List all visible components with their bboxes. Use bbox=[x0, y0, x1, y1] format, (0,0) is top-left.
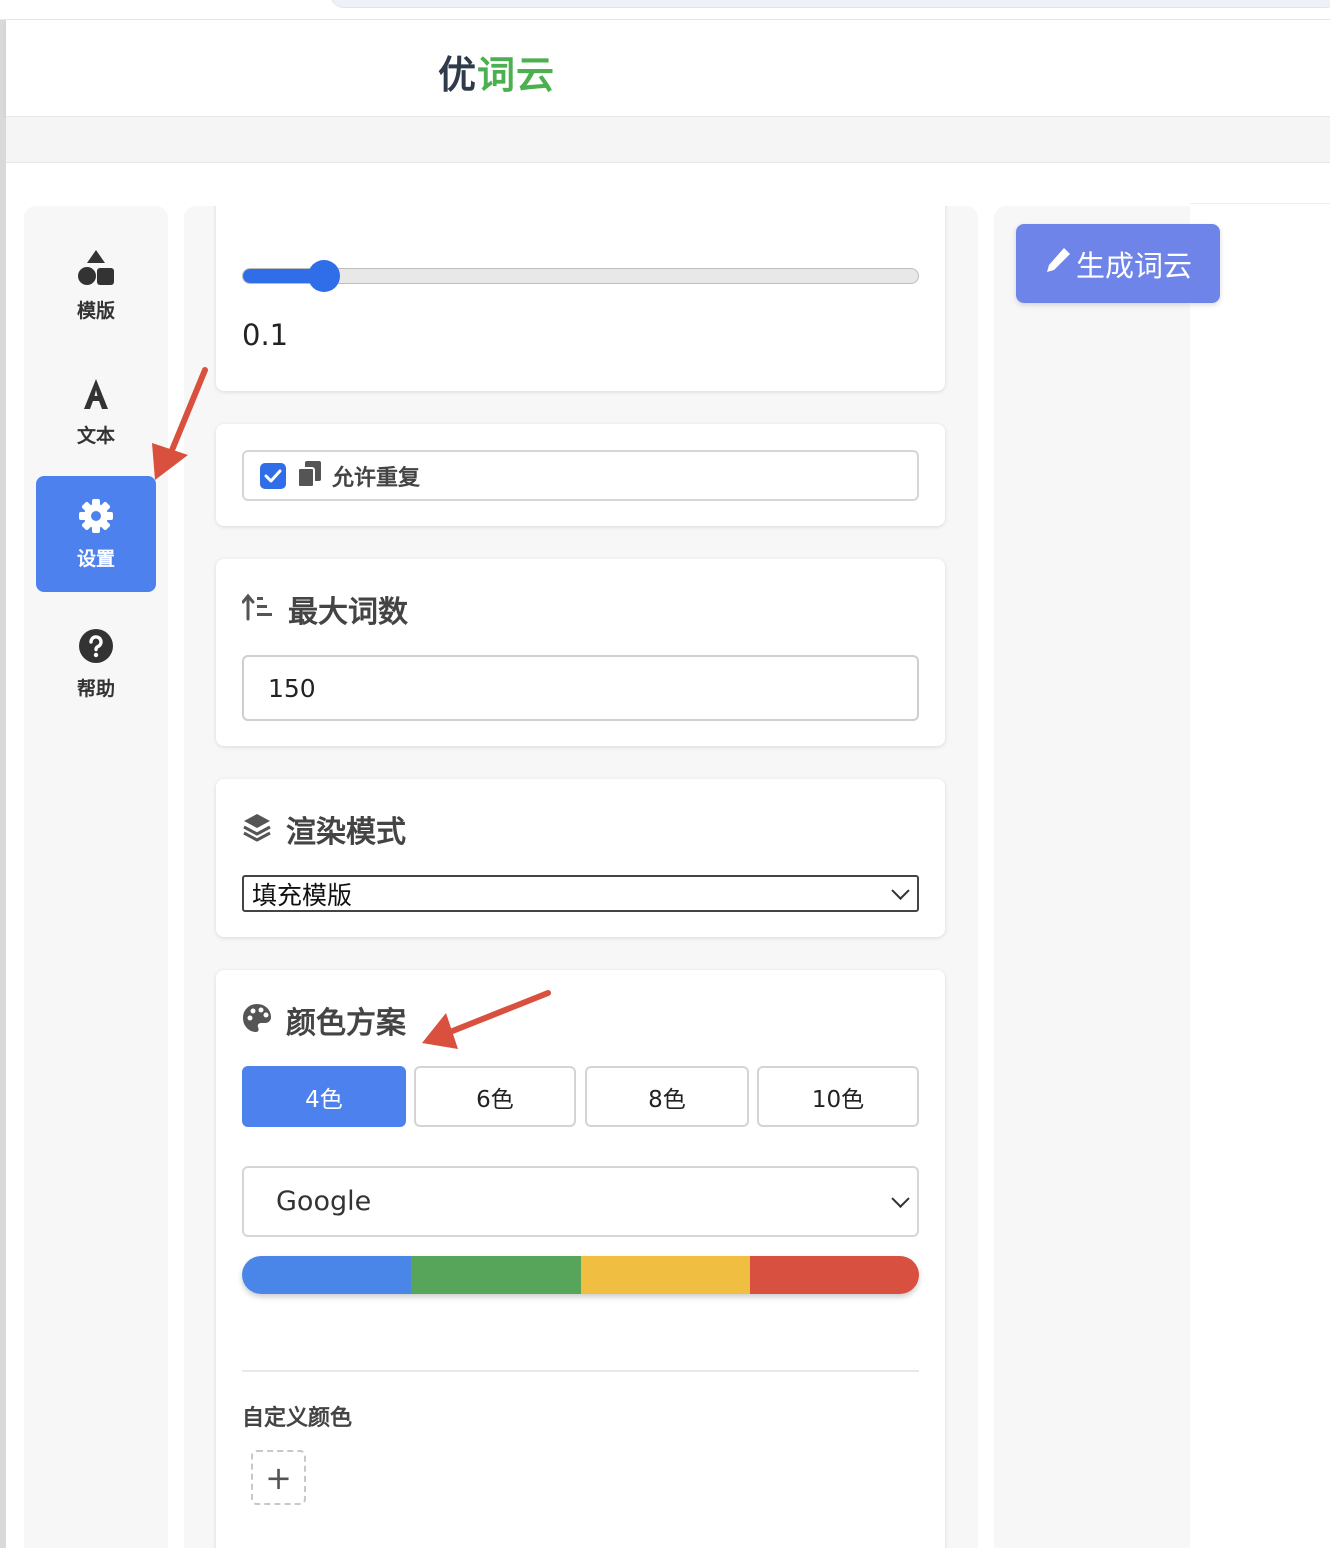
sidebar-nav: 模版 文本 设置 帮助 bbox=[24, 206, 168, 1548]
right-panel bbox=[994, 206, 1190, 1548]
palette-swatch-2 bbox=[411, 1256, 581, 1294]
gear-icon bbox=[78, 498, 114, 538]
sidebar-item-settings[interactable]: 设置 bbox=[36, 476, 156, 592]
header-band bbox=[6, 117, 1330, 163]
generate-label: 生成词云 bbox=[1075, 248, 1192, 283]
allow-repeat-card: 允许重复 bbox=[216, 424, 945, 526]
sidebar-item-text[interactable]: 文本 bbox=[36, 354, 156, 470]
palette-swatch-4 bbox=[749, 1256, 919, 1294]
allow-repeat-checkbox[interactable] bbox=[260, 462, 286, 489]
color-preset-selected: Google bbox=[276, 1186, 372, 1217]
color-preset-select[interactable]: Google bbox=[242, 1166, 919, 1237]
sidebar-item-label: 文本 bbox=[76, 424, 115, 447]
app-logo[interactable]: 优词云 bbox=[438, 44, 555, 99]
sidebar-item-help[interactable]: 帮助 bbox=[36, 606, 156, 722]
chevron-down-icon bbox=[891, 1189, 910, 1208]
add-color-button[interactable]: + bbox=[251, 1450, 306, 1505]
slider-card: 0.1 bbox=[216, 206, 945, 391]
max-words-input[interactable]: 150 bbox=[242, 655, 919, 721]
browser-top-strip bbox=[0, 0, 1330, 20]
palette-icon bbox=[242, 1003, 272, 1037]
palette-swatch-3 bbox=[580, 1256, 750, 1294]
sidebar-item-label: 帮助 bbox=[76, 677, 115, 700]
color-count-8-button[interactable]: 8色 bbox=[585, 1066, 749, 1127]
color-scheme-card: 颜色方案 4色 6色 8色 10色 Google 自定义颜色 + bbox=[216, 970, 945, 1548]
color-scheme-title: 颜色方案 bbox=[242, 998, 406, 1042]
allow-repeat-option[interactable]: 允许重复 bbox=[242, 450, 919, 501]
render-mode-title: 渲染模式 bbox=[242, 807, 406, 851]
generate-wordcloud-button[interactable]: 生成词云 bbox=[1016, 224, 1220, 303]
settings-panel: 0.1 允许重复 最大词数 150 渲染模式 填充模版 颜色方案 4色 6色 8… bbox=[184, 206, 978, 1548]
max-words-title: 最大词数 bbox=[241, 587, 408, 631]
address-bar bbox=[330, 0, 1330, 8]
max-words-card: 最大词数 150 bbox=[216, 559, 945, 746]
slider-handle[interactable] bbox=[308, 260, 340, 292]
sidebar-item-templates[interactable]: 模版 bbox=[36, 228, 156, 344]
color-count-10-button[interactable]: 10色 bbox=[757, 1066, 919, 1127]
custom-colors-label: 自定义颜色 bbox=[242, 1406, 353, 1431]
sidebar-item-label: 设置 bbox=[76, 547, 115, 570]
sort-amount-up-icon bbox=[241, 593, 274, 625]
allow-repeat-label: 允许重复 bbox=[332, 465, 421, 491]
color-count-6-button[interactable]: 6色 bbox=[414, 1066, 576, 1127]
render-mode-selected: 填充模版 bbox=[252, 880, 353, 910]
color-count-4-button[interactable]: 4色 bbox=[242, 1066, 406, 1127]
font-icon bbox=[80, 377, 112, 415]
app-header: 优词云 bbox=[6, 20, 1330, 117]
color-palette-preview bbox=[242, 1256, 919, 1294]
layers-icon bbox=[242, 812, 272, 846]
render-mode-select[interactable]: 填充模版 bbox=[242, 875, 919, 912]
shapes-icon bbox=[77, 249, 115, 290]
render-mode-card: 渲染模式 填充模版 bbox=[216, 779, 945, 937]
question-circle-icon bbox=[78, 628, 114, 668]
slider-value: 0.1 bbox=[242, 318, 289, 352]
divider bbox=[242, 1370, 919, 1372]
copy-icon bbox=[296, 460, 324, 492]
palette-swatch-1 bbox=[242, 1256, 412, 1294]
slider-track[interactable] bbox=[242, 260, 919, 292]
pencil-icon bbox=[1044, 246, 1076, 281]
sidebar-item-label: 模版 bbox=[76, 299, 115, 322]
chevron-down-icon bbox=[891, 881, 910, 900]
